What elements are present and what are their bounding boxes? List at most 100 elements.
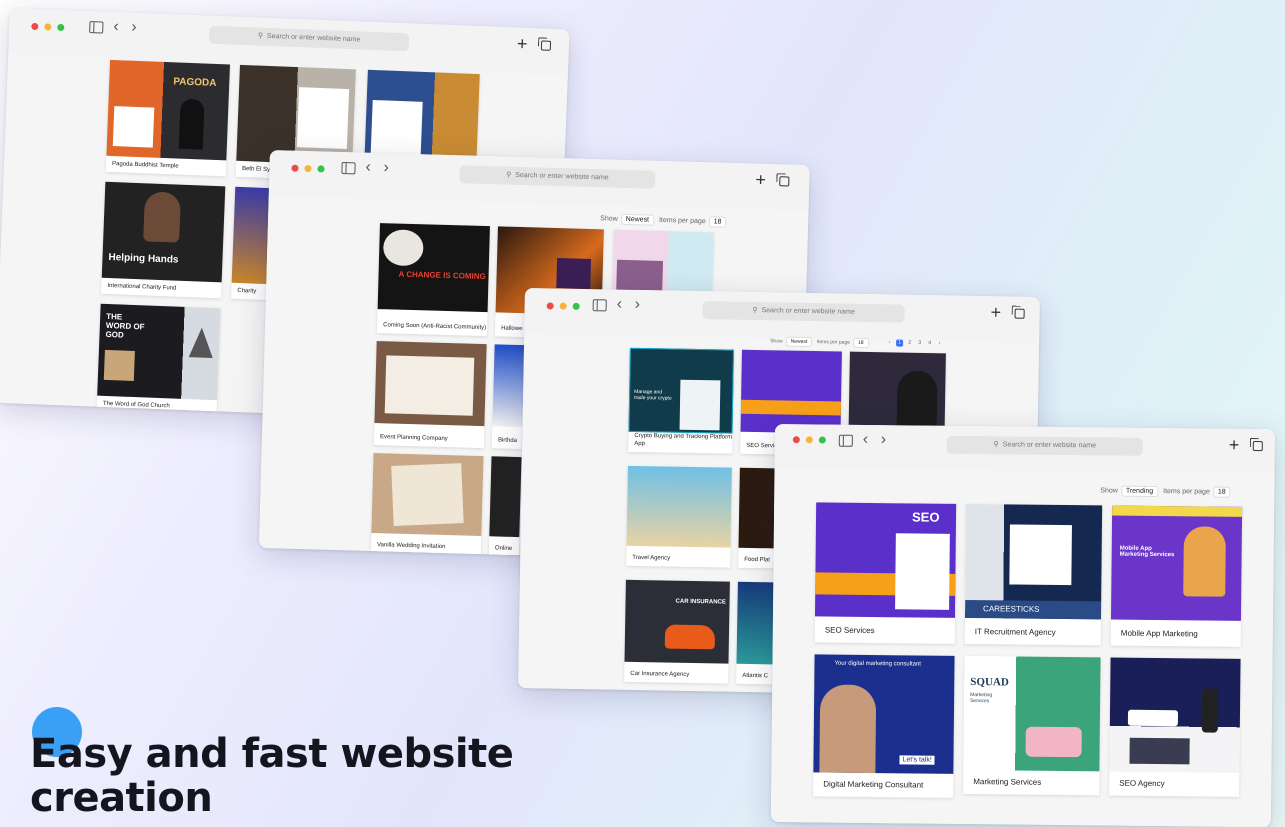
- template-card[interactable]: Your digital marketing consultant Let's …: [813, 654, 955, 798]
- team-photo: [1129, 737, 1190, 765]
- zoom-icon[interactable]: [317, 165, 325, 173]
- new-tab-icon[interactable]: +: [517, 33, 528, 54]
- zoom-icon[interactable]: [818, 436, 826, 444]
- minimize-icon[interactable]: [44, 23, 52, 31]
- template-card[interactable]: Vanilla Wedding Invitation: [370, 453, 484, 557]
- template-card[interactable]: Event Planning Company: [373, 341, 487, 449]
- tabs-overview-icon[interactable]: [540, 40, 552, 51]
- thumb-text-block: [296, 87, 350, 150]
- tabs-overview-icon[interactable]: [779, 176, 790, 187]
- sort-select[interactable]: Newest: [785, 336, 813, 348]
- sidebar-icon[interactable]: [89, 21, 104, 34]
- template-name: SEO Services: [824, 625, 875, 636]
- template-card[interactable]: Manage and trade your crypto Crypto Buyi…: [628, 347, 734, 454]
- template-card[interactable]: Birthda: [491, 344, 525, 450]
- forward-icon[interactable]: ›: [131, 19, 137, 37]
- page-2[interactable]: 2: [906, 340, 913, 347]
- invitation-card: [391, 463, 464, 526]
- url-bar[interactable]: ⚲ Search or enter website name: [208, 25, 410, 52]
- forward-icon[interactable]: ›: [383, 159, 389, 177]
- template-card[interactable]: PAGODA Pagoda Buddhist Temple: [105, 59, 230, 177]
- template-card[interactable]: SEO SEO Services: [814, 502, 957, 644]
- minimize-icon[interactable]: [559, 302, 567, 310]
- close-icon[interactable]: [546, 302, 554, 310]
- template-card[interactable]: THE WORD OF GOD The Word of God Church: [96, 303, 221, 417]
- template-card[interactable]: Mobile App Marketing Services Mobile App…: [1110, 505, 1243, 647]
- thumb-title: SEO: [911, 509, 940, 525]
- headline-line-2: creation: [30, 775, 213, 821]
- template-thumbnail: [848, 351, 946, 436]
- template-thumbnail: Mobile App Marketing Services: [1110, 505, 1243, 621]
- items-per-page-select[interactable]: 18: [708, 216, 727, 228]
- back-icon[interactable]: ‹: [863, 431, 869, 449]
- template-thumbnail: PAGODA: [106, 59, 230, 161]
- window-controls[interactable]: [546, 302, 580, 310]
- template-thumbnail: CAREESTICKS: [964, 504, 1103, 620]
- new-tab-icon[interactable]: +: [755, 170, 766, 191]
- back-icon[interactable]: ‹: [113, 18, 119, 36]
- template-thumbnail: SQUAD Marketing Services: [963, 655, 1101, 772]
- sort-select[interactable]: Trending: [1120, 485, 1159, 498]
- template-card[interactable]: A CHANGE IS COMING Coming Soon (Anti-Rac…: [376, 223, 490, 337]
- close-icon[interactable]: [291, 164, 299, 172]
- template-gallery: Show Trending Items per page 18 SEO SEO Se…: [770, 467, 1275, 827]
- page-next[interactable]: ›: [936, 340, 943, 347]
- back-icon[interactable]: ‹: [617, 296, 623, 314]
- thumb-photo: [103, 349, 135, 382]
- url-bar[interactable]: ⚲ Search or enter website name: [459, 165, 656, 189]
- template-card[interactable]: [848, 351, 946, 436]
- window-controls[interactable]: [291, 164, 325, 173]
- url-bar[interactable]: ⚲ Search or enter website name: [702, 301, 905, 323]
- sidebar-icon[interactable]: [341, 162, 356, 175]
- thumb-subtitle: Marketing Services: [970, 692, 993, 705]
- forward-icon[interactable]: ›: [881, 431, 887, 449]
- silhouette-figure: [178, 98, 205, 150]
- page-1[interactable]: 1: [896, 339, 904, 347]
- template-name: Hallowe: [501, 325, 523, 333]
- template-card[interactable]: Travel Agency: [626, 465, 732, 568]
- sidebar-icon[interactable]: [838, 434, 853, 447]
- tabs-overview-icon[interactable]: [1014, 308, 1025, 319]
- close-icon[interactable]: [792, 436, 800, 444]
- template-thumbnail: [489, 456, 522, 538]
- minimize-icon[interactable]: [805, 436, 813, 444]
- tabs-overview-icon[interactable]: [1252, 441, 1263, 452]
- new-tab-icon[interactable]: +: [1229, 435, 1240, 456]
- forward-icon[interactable]: ›: [635, 296, 641, 314]
- template-card[interactable]: CAREESTICKS IT Recruitment Agency: [964, 504, 1103, 646]
- sort-select[interactable]: Newest: [620, 213, 655, 226]
- template-thumbnail: Helping Hands: [101, 181, 226, 283]
- close-icon[interactable]: [31, 22, 39, 31]
- thumb-title: A CHANGE IS COMING: [398, 269, 486, 282]
- minimize-icon[interactable]: [304, 164, 312, 173]
- template-name: Atlantis C: [742, 672, 769, 680]
- items-per-page-select[interactable]: 18: [1212, 486, 1231, 498]
- template-thumbnail: CAR INSURANCE: [624, 579, 730, 664]
- window-controls[interactable]: [31, 22, 65, 32]
- template-thumbnail: [1109, 657, 1241, 773]
- zoom-icon[interactable]: [57, 23, 65, 32]
- items-per-page-select[interactable]: 18: [852, 337, 869, 349]
- sidebar-icon[interactable]: [592, 299, 607, 312]
- template-card[interactable]: CAR INSURANCE Car Insurance Agency: [624, 579, 730, 684]
- person-photo: [819, 684, 877, 774]
- template-name: Crypto Buying and Tracking Platform App: [634, 432, 733, 448]
- page-prev[interactable]: ‹: [886, 339, 893, 346]
- chairs-photo: [1025, 726, 1082, 758]
- show-label: Show: [770, 338, 783, 345]
- pagination: ‹ 1 2 3 4 ›: [886, 339, 943, 347]
- zoom-icon[interactable]: [572, 302, 580, 310]
- page-3[interactable]: 3: [916, 340, 923, 347]
- new-tab-icon[interactable]: +: [990, 302, 1001, 323]
- template-card[interactable]: Online: [488, 456, 522, 558]
- template-name: Digital Marketing Consultant: [823, 779, 924, 790]
- url-bar[interactable]: ⚲ Search or enter website name: [946, 435, 1143, 456]
- template-thumbnail: [371, 453, 484, 537]
- thumb-text-block: [1009, 524, 1072, 586]
- back-icon[interactable]: ‹: [365, 159, 371, 177]
- template-card[interactable]: Helping Hands International Charity Fund: [101, 181, 226, 299]
- template-card[interactable]: SEO Agency: [1109, 657, 1241, 797]
- window-controls[interactable]: [792, 436, 826, 444]
- page-4[interactable]: 4: [926, 340, 933, 347]
- template-card[interactable]: SQUAD Marketing Services Marketing Servi…: [963, 655, 1101, 796]
